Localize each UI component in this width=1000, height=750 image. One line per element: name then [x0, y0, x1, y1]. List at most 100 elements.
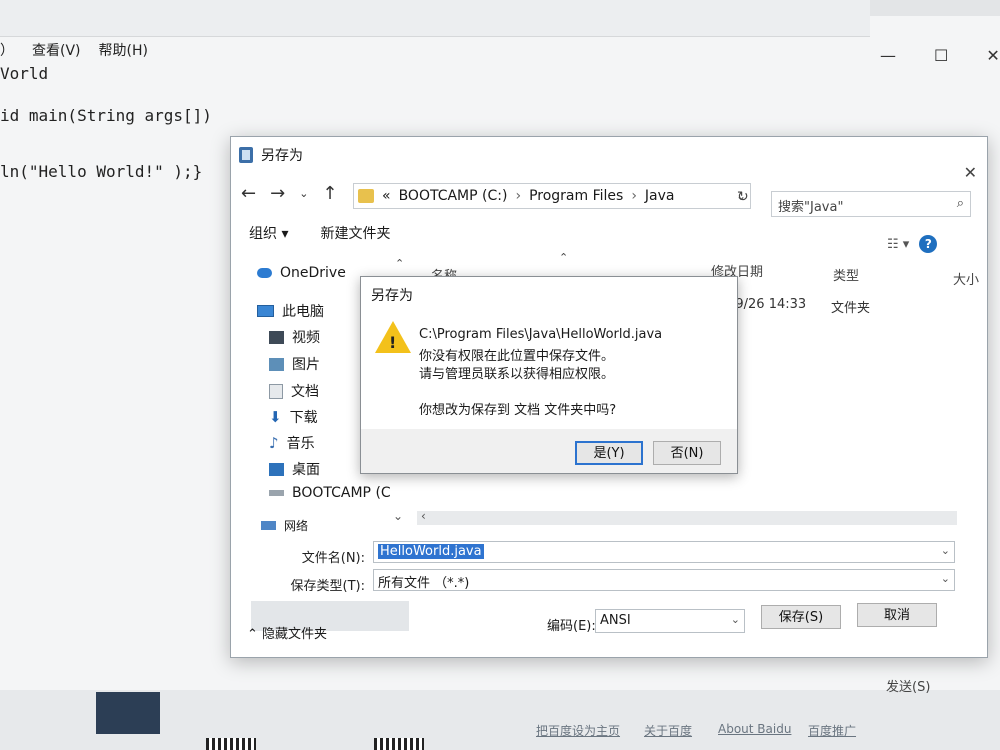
- breadcrumb-program-files[interactable]: Program Files: [529, 188, 623, 204]
- column-type[interactable]: 类型: [833, 265, 859, 284]
- horizontal-scrollbar[interactable]: ⌄ ‹: [393, 509, 957, 525]
- view-layout-icon[interactable]: ☷ ▾: [887, 237, 909, 252]
- view-options: ☷ ▾ ?: [887, 235, 938, 253]
- table-row[interactable]: /9/26 14:33 文件夹: [731, 297, 981, 317]
- qr-code-image: [206, 738, 256, 750]
- sidebar-item-network[interactable]: 网络: [261, 517, 308, 534]
- warning-message: 请与管理员联系以获得相应权限。: [419, 367, 615, 382]
- up-arrow-icon[interactable]: ↑: [322, 183, 337, 204]
- footer-image: [96, 692, 160, 734]
- send-button[interactable]: 发送(S): [886, 676, 930, 695]
- filename-input[interactable]: HelloWorld.java ⌄: [373, 541, 955, 563]
- warning-message: 你没有权限在此位置中保存文件。: [419, 349, 615, 364]
- close-icon[interactable]: ✕: [986, 46, 999, 65]
- sidebar-item-onedrive[interactable]: OneDrive: [257, 265, 346, 281]
- forward-arrow-icon[interactable]: →: [270, 183, 285, 204]
- sidebar-item-label: 下载: [289, 410, 318, 426]
- footer-link-about[interactable]: 关于百度: [644, 722, 692, 739]
- computer-icon: [257, 305, 274, 317]
- encoding-value: ANSI: [600, 613, 631, 628]
- documents-icon: [269, 383, 283, 399]
- search-icon[interactable]: ⌕: [957, 196, 964, 212]
- warning-icon-mark: !: [389, 333, 397, 352]
- recent-locations-icon[interactable]: ⌄: [299, 187, 308, 200]
- footer-link-promotion[interactable]: 百度推广: [808, 722, 856, 739]
- close-icon[interactable]: ✕: [964, 163, 977, 182]
- dialog-title: 另存为: [261, 148, 303, 164]
- sidebar-item-documents[interactable]: 文档: [269, 381, 319, 401]
- sidebar-item-bootcamp[interactable]: BOOTCAMP (C: [269, 485, 391, 501]
- video-icon: [269, 330, 284, 344]
- no-button[interactable]: 否(N): [653, 441, 721, 465]
- chevron-down-icon[interactable]: ⌄: [941, 572, 950, 585]
- sidebar-item-label: 音乐: [286, 436, 315, 452]
- sidebar-item-label: 视频: [292, 330, 320, 346]
- row-modified: /9/26 14:33: [731, 297, 807, 312]
- music-icon: ♪: [269, 434, 279, 452]
- download-icon: ⬇: [269, 408, 282, 426]
- qr-code-image: [374, 738, 424, 750]
- column-size[interactable]: 大小: [953, 269, 979, 288]
- menu-view[interactable]: 查看(V): [32, 40, 81, 64]
- cloud-icon: [257, 268, 272, 278]
- sidebar-item-label: 此电脑: [282, 304, 324, 320]
- code-line: ln("Hello World!" );}: [0, 162, 203, 181]
- new-folder-button[interactable]: 新建文件夹: [320, 223, 390, 243]
- dialog-toolbar: 组织 ▾ 新建文件夹: [249, 223, 390, 243]
- pictures-icon: [269, 357, 284, 371]
- folder-icon: [358, 189, 374, 203]
- search-placeholder: 搜索"Java": [778, 200, 844, 215]
- filename-value: HelloWorld.java: [378, 544, 484, 559]
- back-arrow-icon[interactable]: ←: [241, 183, 256, 204]
- chevron-down-icon[interactable]: ⌄: [941, 544, 950, 557]
- refresh-icon[interactable]: ↻: [737, 189, 749, 205]
- scroll-down-icon[interactable]: ⌄: [393, 509, 403, 523]
- address-bar[interactable]: « BOOTCAMP (C:) › Program Files › Java ⌄: [353, 183, 751, 209]
- menu-help[interactable]: 帮助(H): [99, 40, 148, 64]
- encoding-label: 编码(E):: [547, 619, 596, 634]
- filetype-select[interactable]: 所有文件 （*.*) ⌄: [373, 569, 955, 591]
- menu-format-fragment[interactable]: ）: [0, 40, 14, 64]
- code-line: Vorld: [0, 64, 49, 83]
- sidebar-item-label: BOOTCAMP (C: [292, 485, 391, 501]
- scroll-left-icon[interactable]: ‹: [421, 509, 426, 523]
- sidebar-item-downloads[interactable]: ⬇ 下载: [269, 407, 318, 427]
- filetype-value: 所有文件 （*.*): [378, 576, 470, 591]
- background-window-strip: [0, 0, 870, 37]
- drive-icon: [269, 490, 284, 496]
- sidebar-item-videos[interactable]: 视频: [269, 327, 320, 347]
- sidebar-item-label: 桌面: [292, 462, 320, 478]
- breadcrumb-overflow[interactable]: «: [382, 188, 391, 204]
- filetype-label: 保存类型(T):: [290, 579, 365, 594]
- footer-link-set-homepage[interactable]: 把百度设为主页: [536, 722, 620, 739]
- encoding-select[interactable]: ANSI ⌄: [595, 609, 745, 633]
- cancel-button[interactable]: 取消: [857, 603, 937, 627]
- permission-warning-dialog: 另存为 ! C:\Program Files\Java\HelloWorld.j…: [360, 276, 738, 474]
- row-type: 文件夹: [831, 301, 871, 316]
- sidebar-item-label: 网络: [284, 519, 309, 533]
- sidebar-item-pictures[interactable]: 图片: [269, 354, 320, 374]
- network-icon: [261, 521, 276, 530]
- organize-button[interactable]: 组织 ▾: [249, 223, 288, 243]
- help-icon[interactable]: ?: [919, 235, 938, 253]
- save-button[interactable]: 保存(S): [761, 605, 841, 629]
- sidebar-item-this-pc[interactable]: 此电脑: [257, 301, 324, 321]
- sidebar-item-label: OneDrive: [280, 265, 346, 281]
- yes-button[interactable]: 是(Y): [575, 441, 643, 465]
- breadcrumb-java[interactable]: Java: [645, 188, 675, 204]
- chevron-down-icon[interactable]: ⌄: [731, 613, 740, 626]
- minimize-icon[interactable]: —: [880, 46, 896, 65]
- sort-indicator-icon: ⌃: [559, 251, 569, 264]
- breadcrumb-separator-icon: ›: [515, 188, 522, 204]
- hide-folders-label: 隐藏文件夹: [262, 627, 328, 642]
- sidebar-item-label: 图片: [292, 357, 320, 373]
- maximize-icon[interactable]: ☐: [934, 46, 948, 65]
- footer-link-about-baidu[interactable]: About Baidu: [718, 722, 791, 736]
- search-input[interactable]: 搜索"Java" ⌕: [771, 191, 971, 217]
- hide-folders-toggle[interactable]: ⌃ 隐藏文件夹: [247, 623, 327, 642]
- breadcrumb-drive[interactable]: BOOTCAMP (C:): [399, 188, 508, 204]
- sidebar-item-desktop[interactable]: 桌面: [269, 459, 320, 479]
- chevron-up-icon: ⌃: [247, 627, 263, 642]
- sidebar-item-music[interactable]: ♪ 音乐: [269, 433, 315, 453]
- warning-path: C:\Program Files\Java\HelloWorld.java: [419, 327, 663, 342]
